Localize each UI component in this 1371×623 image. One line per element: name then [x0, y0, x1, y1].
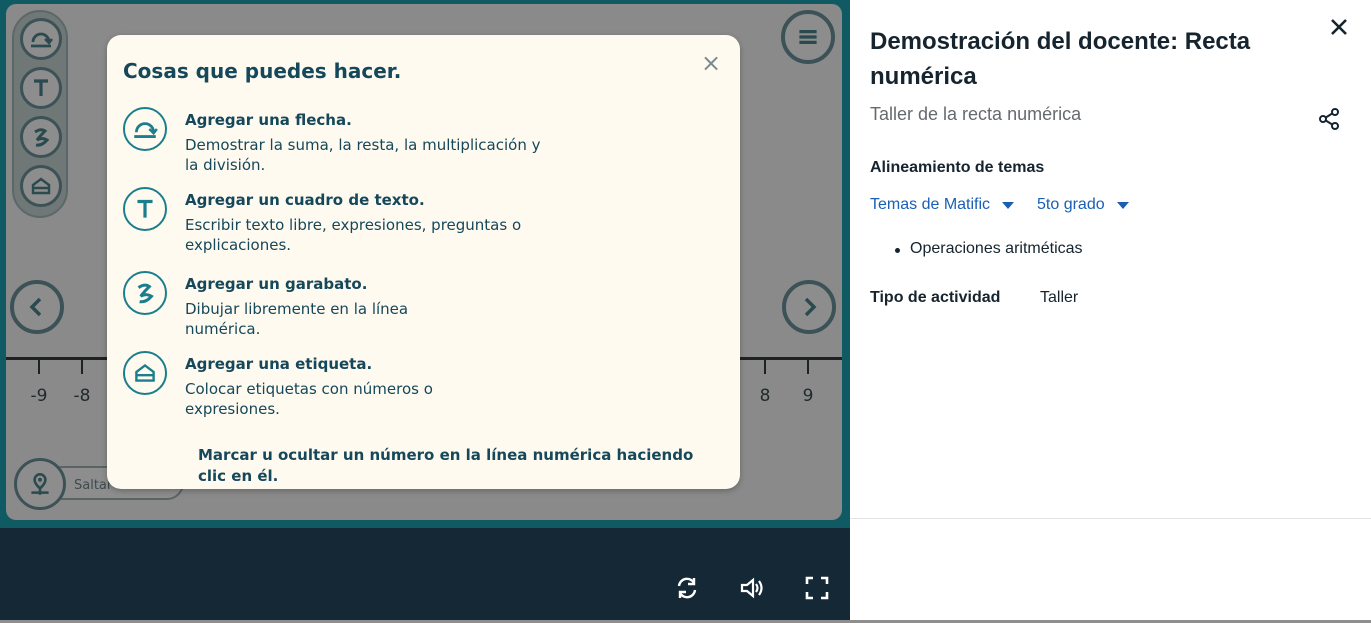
- caret-down-icon: [1002, 201, 1015, 209]
- fullscreen-button[interactable]: [801, 572, 833, 604]
- help-item-title: Agregar una flecha.: [185, 111, 352, 129]
- tool-palette: [12, 10, 68, 218]
- text-t-icon: [123, 187, 167, 231]
- scroll-right-button[interactable]: [782, 280, 836, 334]
- activity-details-panel: Demostración del docente: Recta numérica…: [850, 0, 1371, 620]
- sound-button[interactable]: [736, 572, 768, 604]
- help-item-title: Agregar una etiqueta.: [185, 355, 373, 373]
- fullscreen-icon: [805, 576, 829, 600]
- app-root: 0 -9 -8 8 9 Saltar a... Cosas que puedes…: [0, 0, 1371, 623]
- hamburger-icon: [799, 30, 817, 44]
- add-scribble-tool-button[interactable]: [20, 116, 62, 158]
- number-line-tick: [81, 360, 83, 374]
- tick-label[interactable]: 9: [793, 386, 823, 406]
- panel-divider: [850, 518, 1371, 519]
- grade-dropdown-label: 5to grado: [1037, 196, 1105, 213]
- number-line-tick: [807, 360, 809, 374]
- page-title: Demostración del docente: Recta numérica: [870, 28, 1251, 90]
- help-item-description: Dibujar libremente en la línea numérica.: [185, 300, 409, 338]
- menu-button[interactable]: [781, 10, 835, 64]
- label-tag-icon: [31, 177, 51, 195]
- help-item-description: Colocar etiquetas con números o expresio…: [185, 380, 433, 418]
- tick-label[interactable]: -8: [67, 386, 97, 406]
- label-tag-icon: [123, 351, 167, 395]
- help-item-title: Agregar un garabato.: [185, 275, 368, 293]
- page-subtitle: Taller de la recta numérica: [870, 104, 1082, 124]
- help-item-title: Agregar un cuadro de texto.: [185, 191, 425, 209]
- tick-label[interactable]: 8: [750, 386, 780, 406]
- help-dialog: Cosas que puedes hacer. × Agregar una fl…: [107, 35, 740, 489]
- grade-dropdown[interactable]: 5to grado: [1037, 196, 1129, 214]
- tick-label[interactable]: -9: [24, 386, 54, 406]
- dialog-footer-hint: Marcar u ocultar un número en la línea n…: [198, 446, 694, 485]
- refresh-icon: [677, 577, 697, 599]
- add-label-tool-button[interactable]: [20, 165, 62, 207]
- text-t-icon: [34, 79, 48, 96]
- share-icon[interactable]: [1316, 106, 1342, 132]
- restart-button[interactable]: [671, 572, 703, 604]
- bullet: [895, 248, 900, 253]
- scroll-left-button[interactable]: [10, 280, 64, 334]
- close-icon[interactable]: [1326, 14, 1352, 40]
- add-text-tool-button[interactable]: [20, 67, 62, 109]
- speaker-icon: [740, 577, 763, 599]
- help-item-description: Escribir texto libre, expresiones, pregu…: [185, 216, 522, 254]
- topics-dropdown-label: Temas de Matific: [870, 196, 991, 213]
- number-line-tick: [38, 360, 40, 374]
- add-arrow-icon: [31, 32, 53, 48]
- topic-alignment-heading: Alineamiento de temas: [870, 159, 1045, 176]
- add-arrow-tool-button[interactable]: [20, 18, 62, 60]
- scribble-icon: [34, 128, 50, 147]
- chevron-left-icon: [29, 297, 42, 317]
- location-pin-icon: [31, 473, 49, 495]
- chevron-right-icon: [804, 297, 817, 317]
- activity-type-label: Tipo de actividad: [870, 289, 1001, 306]
- jump-to-button[interactable]: [14, 458, 66, 510]
- caret-down-icon: [1116, 201, 1129, 209]
- dialog-title: Cosas que puedes hacer.: [123, 59, 402, 83]
- activity-type-value: Taller: [1040, 289, 1079, 306]
- dialog-close-button[interactable]: ×: [699, 51, 723, 75]
- topic-item: Operaciones aritméticas: [910, 240, 1083, 257]
- scribble-icon: [123, 271, 167, 315]
- add-arrow-icon: [123, 107, 167, 151]
- activity-player: 0 -9 -8 8 9 Saltar a... Cosas que puedes…: [0, 0, 850, 623]
- number-line-tick: [764, 360, 766, 374]
- help-item-description: Demostrar la suma, la resta, la multipli…: [185, 136, 541, 174]
- topics-dropdown[interactable]: Temas de Matific: [870, 196, 1015, 214]
- tick-label[interactable]: 0: [6, 386, 15, 406]
